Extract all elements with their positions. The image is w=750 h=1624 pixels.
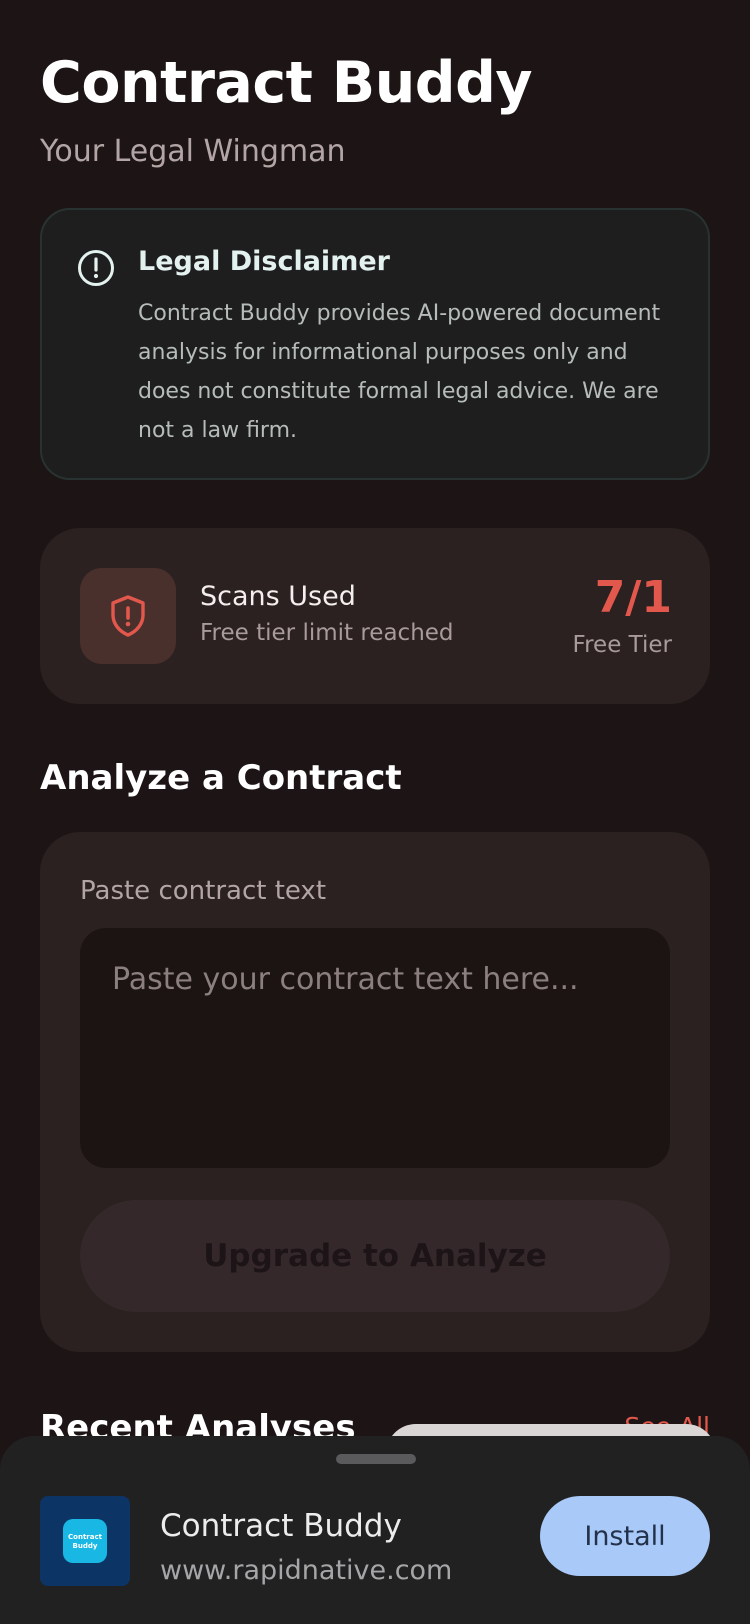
app-subtitle: Your Legal Wingman xyxy=(40,134,346,169)
scans-count: 7/1 xyxy=(594,572,672,623)
contract-input-label: Paste contract text xyxy=(80,876,327,906)
app-screen: Contract Buddy Your Legal Wingman Legal … xyxy=(0,0,750,1624)
install-app-banner: Contract Buddy Contract Buddy www.rapidn… xyxy=(0,1436,750,1624)
app-title: Contract Buddy xyxy=(40,50,533,116)
contract-text-input[interactable] xyxy=(80,928,670,1168)
scans-icon-container xyxy=(80,568,176,664)
app-logo: Contract Buddy xyxy=(40,1496,130,1586)
disclaimer-text: Contract Buddy provides AI-powered docum… xyxy=(138,301,661,443)
legal-disclaimer-card: Legal Disclaimer Contract Buddy provides… xyxy=(40,208,710,480)
analyze-section-title: Analyze a Contract xyxy=(40,758,402,798)
scans-usage-card: Scans Used Free tier limit reached 7/1 F… xyxy=(40,528,710,704)
install-app-name: Contract Buddy xyxy=(160,1508,402,1544)
disclaimer-title: Legal Disclaimer xyxy=(138,246,390,277)
upgrade-to-analyze-button[interactable]: Upgrade to Analyze xyxy=(80,1200,670,1312)
analyze-contract-card: Paste contract text Upgrade to Analyze xyxy=(40,832,710,1352)
tier-label: Free Tier xyxy=(572,632,672,658)
scans-used-label: Scans Used xyxy=(200,581,356,612)
install-button[interactable]: Install xyxy=(540,1496,710,1576)
install-app-url: www.rapidnative.com xyxy=(160,1555,453,1586)
scans-status-text: Free tier limit reached xyxy=(200,620,454,646)
sheet-drag-handle[interactable] xyxy=(336,1454,416,1464)
alert-circle-icon xyxy=(76,248,116,288)
